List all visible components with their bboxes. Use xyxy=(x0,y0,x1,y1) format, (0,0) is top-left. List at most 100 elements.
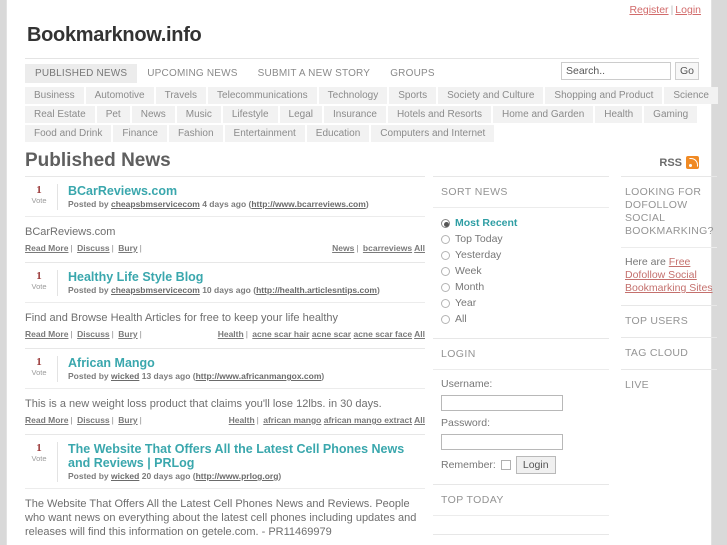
story-title[interactable]: Healthy Life Style Blog xyxy=(68,270,425,284)
story-category-link[interactable]: News xyxy=(332,243,354,253)
search-input[interactable] xyxy=(560,62,671,80)
story-all-link[interactable]: All xyxy=(414,415,425,425)
remember-checkbox[interactable] xyxy=(500,460,511,470)
username-input[interactable] xyxy=(441,395,563,411)
story-tag-link[interactable]: bcarreviews xyxy=(363,243,412,253)
nav-tab-2[interactable]: SUBMIT A NEW STORY xyxy=(248,64,381,83)
story-tag-link[interactable]: acne scar face xyxy=(353,329,412,339)
story-all-link[interactable]: All xyxy=(414,243,425,253)
sort-option[interactable]: Top Today xyxy=(441,232,609,247)
story-author-link[interactable]: cheapsbmservicecom xyxy=(111,285,200,295)
story-category-link[interactable]: Health xyxy=(229,415,255,425)
nav-tab-0[interactable]: PUBLISHED NEWS xyxy=(25,64,138,83)
story-footer: Read More | Discuss | Bury | News | bcarrevie… xyxy=(25,243,425,262)
category-link[interactable]: Music xyxy=(176,106,221,123)
story-author-link[interactable]: wicked xyxy=(111,471,139,481)
radio-icon[interactable] xyxy=(441,235,450,244)
category-link[interactable]: Pet xyxy=(96,106,130,123)
story-author-link[interactable]: cheapsbmservicecom xyxy=(111,199,200,209)
category-link[interactable]: Health xyxy=(595,106,643,123)
category-link[interactable]: Computers and Internet xyxy=(371,125,495,142)
action-separator: | xyxy=(139,415,142,425)
vote-widget[interactable]: 1 Vote xyxy=(25,270,58,296)
site-logo[interactable]: Bookmarknow.info xyxy=(7,22,711,52)
story-tag-link[interactable]: african mango xyxy=(263,415,321,425)
story-tag-link[interactable]: acne scar xyxy=(312,329,351,339)
category-link[interactable]: Insurance xyxy=(324,106,386,123)
story-action-2[interactable]: Bury xyxy=(118,415,137,425)
story-action-2[interactable]: Bury xyxy=(118,243,137,253)
login-submit-button[interactable]: Login xyxy=(515,456,556,474)
story-item: 1 Vote BCarReviews.com Posted by cheapsbmse… xyxy=(25,176,425,262)
vote-widget[interactable]: 1 Vote xyxy=(25,184,58,210)
category-link[interactable]: Real Estate xyxy=(25,106,95,123)
story-action-0[interactable]: Read More xyxy=(25,243,68,253)
story-list: 1 Vote BCarReviews.com Posted by cheapsbmse… xyxy=(25,176,425,545)
story-author-link[interactable]: wicked xyxy=(111,371,139,381)
story-tag-link[interactable]: acne scar hair xyxy=(252,329,309,339)
story-category-link[interactable]: Health xyxy=(218,329,244,339)
story-header-body: The Website That Offers All the Latest C… xyxy=(58,442,425,482)
story-action-1[interactable]: Discuss xyxy=(77,243,110,253)
login-link[interactable]: Login xyxy=(675,4,701,16)
radio-icon[interactable] xyxy=(441,251,450,260)
story-title[interactable]: The Website That Offers All the Latest C… xyxy=(68,442,425,470)
radio-icon[interactable] xyxy=(441,299,450,308)
radio-icon[interactable] xyxy=(441,315,450,324)
category-link[interactable]: Hotels and Resorts xyxy=(387,106,491,123)
sort-option[interactable]: Most Recent xyxy=(441,216,609,231)
category-link[interactable]: Gaming xyxy=(644,106,698,123)
rss-link[interactable]: RSS xyxy=(659,156,699,169)
radio-icon[interactable] xyxy=(441,283,450,292)
story-action-1[interactable]: Discuss xyxy=(77,415,110,425)
sort-option[interactable]: Month xyxy=(441,280,609,295)
search-go-button[interactable]: Go xyxy=(674,62,699,80)
category-link[interactable]: Fashion xyxy=(168,125,223,142)
story-description: The Website That Offers All the Latest C… xyxy=(25,498,417,538)
story-url-link[interactable]: http://www.africanmangox.com xyxy=(196,371,322,381)
category-link[interactable]: Shopping and Product xyxy=(545,87,663,104)
category-link[interactable]: Food and Drink xyxy=(25,125,112,142)
category-link[interactable]: Automotive xyxy=(85,87,154,104)
nav-tab-3[interactable]: GROUPS xyxy=(380,64,445,83)
story-title[interactable]: African Mango xyxy=(68,356,425,370)
radio-icon[interactable] xyxy=(441,219,450,228)
story-tag-link[interactable]: african mango extract xyxy=(324,415,412,425)
story-action-2[interactable]: Bury xyxy=(118,329,137,339)
category-link[interactable]: Science xyxy=(664,87,718,104)
top-today-title: TOP TODAY xyxy=(433,485,609,516)
story-url-link[interactable]: http://health.articlesntips.com xyxy=(256,285,377,295)
nav-tab-1[interactable]: UPCOMING NEWS xyxy=(137,64,247,83)
password-input[interactable] xyxy=(441,434,563,450)
vote-widget[interactable]: 1 Vote xyxy=(25,356,58,382)
sort-option[interactable]: Week xyxy=(441,264,609,279)
category-link[interactable]: Entertainment xyxy=(224,125,305,142)
category-link[interactable]: Home and Garden xyxy=(492,106,594,123)
category-link[interactable]: Travels xyxy=(155,87,207,104)
sort-option[interactable]: Year xyxy=(441,296,609,311)
category-link[interactable]: Sports xyxy=(389,87,437,104)
register-link[interactable]: Register xyxy=(629,4,668,16)
story-url-link[interactable]: http://www.prlog.org xyxy=(196,471,279,481)
story-action-0[interactable]: Read More xyxy=(25,415,68,425)
sort-option[interactable]: All xyxy=(441,312,609,327)
story-action-0[interactable]: Read More xyxy=(25,329,68,339)
category-link[interactable]: Education xyxy=(306,125,370,142)
story-url-link[interactable]: http://www.bcarreviews.com xyxy=(251,199,365,209)
category-link[interactable]: News xyxy=(131,106,175,123)
password-label: Password: xyxy=(441,417,491,429)
story-tags: News | bcarreviews All xyxy=(332,243,425,253)
category-link[interactable]: Business xyxy=(25,87,84,104)
category-link[interactable]: Society and Culture xyxy=(438,87,544,104)
category-link[interactable]: Finance xyxy=(113,125,167,142)
sort-option[interactable]: Yesterday xyxy=(441,248,609,263)
story-action-1[interactable]: Discuss xyxy=(77,329,110,339)
category-link[interactable]: Technology xyxy=(318,87,388,104)
radio-icon[interactable] xyxy=(441,267,450,276)
vote-widget[interactable]: 1 Vote xyxy=(25,442,58,482)
story-all-link[interactable]: All xyxy=(414,329,425,339)
category-link[interactable]: Lifestyle xyxy=(222,106,278,123)
story-title[interactable]: BCarReviews.com xyxy=(68,184,425,198)
category-link[interactable]: Telecommunications xyxy=(208,87,317,104)
category-link[interactable]: Legal xyxy=(279,106,323,123)
